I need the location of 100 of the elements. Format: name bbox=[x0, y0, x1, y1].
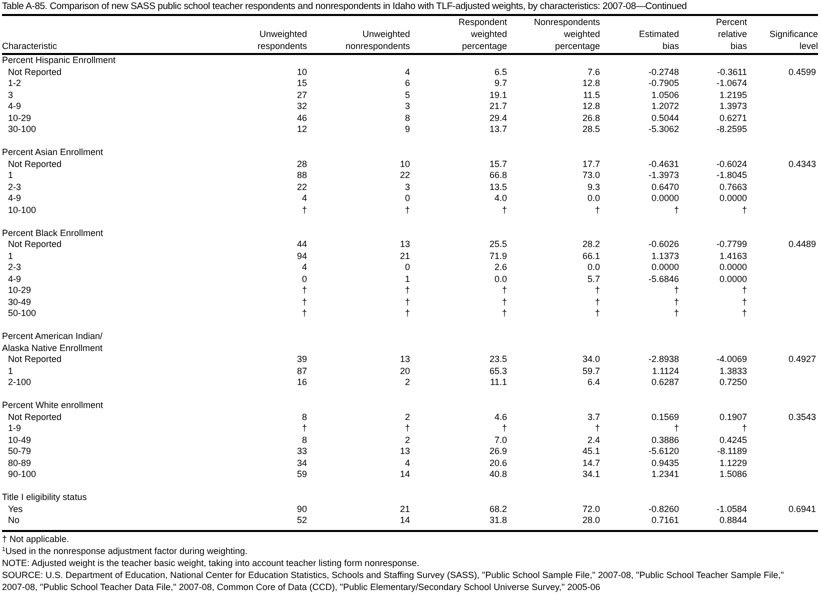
table-cell: † bbox=[302, 296, 307, 306]
table-cell: † bbox=[674, 285, 679, 295]
table-cell: 90 bbox=[296, 504, 307, 514]
table-cell: 10 bbox=[400, 158, 410, 168]
table-cell: 0.7161 bbox=[651, 515, 679, 525]
table-cell: 10 bbox=[296, 66, 307, 76]
table-cell: † bbox=[404, 308, 410, 318]
table-cell: † bbox=[404, 204, 410, 214]
table-cell: 4.6 bbox=[494, 412, 507, 422]
table-cell: † bbox=[742, 423, 747, 433]
row-label: 50-100 bbox=[8, 308, 36, 318]
table-cell: 94 bbox=[296, 250, 307, 260]
table-cell: -1.8045 bbox=[716, 170, 747, 180]
table-cell: 0.8844 bbox=[719, 515, 747, 525]
table-cell: 2 bbox=[404, 434, 410, 444]
column-header: Respondent weighted percentage bbox=[458, 16, 507, 52]
table-cell: 66.1 bbox=[582, 250, 600, 260]
table-cell: † bbox=[742, 308, 747, 318]
group-heading: Percent Hispanic Enrollment bbox=[2, 55, 116, 66]
footnote: SOURCE: U.S. Department of Education, National Center for Education Statistics, Schools and Staffing Survey (SASS), "Public School Sample File," 2007-08, "Public School Teacher Sample File," 2007-08, "Public School Teacher Data File," 2007-08, Common Core of Data (CCD), "Public Elementary/Secondary School Universe Survey," 2005-06 bbox=[2, 568, 785, 592]
table-title: Table A-85. Comparison of new SASS public school teacher respondents and nonrespondents in Idaho with TLF-adjusted weights, by characteristics: 2007-08—Continued bbox=[2, 1, 688, 13]
table-cell: 59.7 bbox=[582, 366, 600, 376]
table-cell: 7.0 bbox=[494, 434, 507, 444]
table-cell: † bbox=[594, 308, 600, 318]
column-header: Unweighted nonrespondents bbox=[345, 28, 410, 52]
group-heading: Percent Asian Enrollment bbox=[2, 147, 104, 158]
table-cell: † bbox=[502, 308, 507, 318]
table-cell: -8.1189 bbox=[717, 446, 747, 456]
table-cell: † bbox=[594, 204, 600, 214]
row-label: 10-29 bbox=[8, 285, 32, 295]
row-label: 4-9 bbox=[8, 274, 22, 284]
table-cell: 22 bbox=[400, 170, 410, 180]
row-label: 50-79 bbox=[8, 446, 32, 456]
table-cell: 21 bbox=[400, 250, 410, 260]
table-cell: 87 bbox=[296, 366, 307, 376]
table-cell: 19.1 bbox=[489, 90, 507, 100]
table-cell: 8 bbox=[404, 112, 410, 122]
table-cell: -0.4631 bbox=[648, 158, 679, 168]
table-cell: 1.0506 bbox=[651, 90, 679, 100]
table-cell: 0.6287 bbox=[651, 377, 679, 387]
table-cell: 1.3833 bbox=[719, 366, 747, 376]
table-cell: 0 bbox=[404, 262, 410, 272]
table-cell: † bbox=[502, 285, 507, 295]
table-cell: 15 bbox=[296, 78, 307, 88]
table-cell: † bbox=[594, 296, 600, 306]
table-cell: 66.8 bbox=[489, 170, 507, 180]
table-cell: 12 bbox=[296, 124, 307, 134]
table-cell: 34.0 bbox=[582, 354, 600, 364]
table-cell: 1.1373 bbox=[651, 250, 679, 260]
table-cell: 1.2341 bbox=[651, 469, 679, 479]
table-cell: 0.0 bbox=[587, 262, 600, 272]
row-label: No bbox=[8, 515, 20, 525]
table-cell: 27 bbox=[296, 90, 307, 100]
column-header: Estimated bias bbox=[638, 28, 679, 52]
row-label: 1 bbox=[8, 250, 14, 260]
table-cell: 14 bbox=[400, 469, 410, 479]
table-cell: -0.2748 bbox=[648, 66, 679, 76]
table-cell: 21 bbox=[400, 504, 410, 514]
table-cell: † bbox=[502, 296, 507, 306]
table-cell: 4 bbox=[302, 262, 307, 272]
table-cell: 13 bbox=[400, 239, 410, 249]
table-cell: † bbox=[502, 204, 507, 214]
row-label: Not Reported bbox=[8, 412, 62, 422]
row-label: 1-9 bbox=[8, 423, 22, 433]
table-cell: 3.7 bbox=[587, 412, 600, 422]
table-cell: 0.4489 bbox=[788, 239, 816, 249]
row-label: 90-100 bbox=[8, 469, 36, 479]
table-cell: 33 bbox=[296, 446, 307, 456]
table-cell: 0.5044 bbox=[651, 112, 679, 122]
table-cell: 0.9435 bbox=[651, 458, 679, 468]
table-cell: 20.6 bbox=[489, 458, 507, 468]
group-heading: Percent American Indian/ Alaska Native Enrollment bbox=[2, 331, 103, 354]
table-cell: 26.9 bbox=[489, 446, 507, 456]
table-cell: 2 bbox=[404, 377, 410, 387]
table-cell: † bbox=[594, 285, 600, 295]
table-cell: 9.3 bbox=[587, 182, 600, 192]
table-cell: † bbox=[404, 285, 410, 295]
table-cell: 88 bbox=[296, 170, 307, 180]
table-cell: 15.7 bbox=[489, 158, 507, 168]
row-label: 30-49 bbox=[8, 296, 32, 306]
table-cell: 1 bbox=[404, 274, 410, 284]
row-label: Not Reported bbox=[8, 158, 62, 168]
table-cell: 25.5 bbox=[489, 239, 507, 249]
table-cell: † bbox=[502, 423, 507, 433]
table-cell: 20 bbox=[400, 366, 410, 376]
table-cell: † bbox=[674, 296, 679, 306]
table-cell: -2.8938 bbox=[648, 354, 679, 364]
table-cell: 6.5 bbox=[494, 66, 507, 76]
row-label: 4-9 bbox=[8, 101, 22, 111]
table-cell: 4 bbox=[404, 458, 410, 468]
table-cell: 71.9 bbox=[489, 250, 507, 260]
group-heading: Percent Black Enrollment bbox=[2, 228, 104, 239]
table-cell: 4.0 bbox=[494, 193, 507, 203]
table-cell: 0.0000 bbox=[719, 274, 747, 284]
row-label: 1 bbox=[8, 366, 14, 376]
table-cell: 3 bbox=[404, 101, 410, 111]
table-cell: 1.1229 bbox=[719, 458, 747, 468]
table-cell: 73.0 bbox=[582, 170, 600, 180]
table-cell: 5 bbox=[404, 90, 410, 100]
row-label: 10-49 bbox=[8, 434, 32, 444]
